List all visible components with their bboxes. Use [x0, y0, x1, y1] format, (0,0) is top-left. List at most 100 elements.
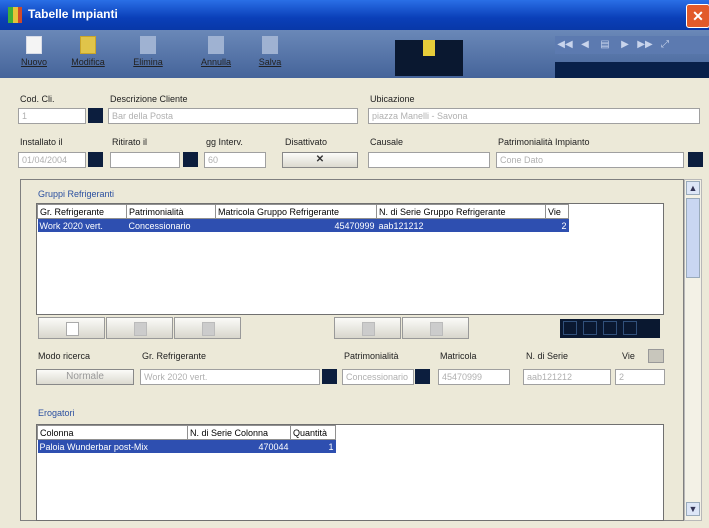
descrizione-cliente-label: Descrizione Cliente — [110, 94, 188, 104]
grid-edit-button[interactable] — [106, 317, 173, 339]
n-serie-label: N. di Serie — [526, 351, 569, 361]
erogatori-section-title: Erogatori — [38, 408, 75, 418]
ubicazione-label: Ubicazione — [370, 94, 415, 104]
descrizione-cliente-field[interactable]: Bar della Posta — [108, 108, 358, 124]
vie-spin-button[interactable] — [648, 349, 664, 363]
column-header[interactable]: Matricola Gruppo Refrigerante — [215, 204, 377, 219]
table-cell: 2 — [545, 218, 569, 232]
annulla-button[interactable]: Annulla — [190, 34, 242, 72]
gg-interv-field[interactable]: 60 — [204, 152, 266, 168]
save-icon — [262, 36, 278, 54]
matricola-label: Matricola — [440, 351, 477, 361]
modo-ricerca-button[interactable]: Normale — [36, 369, 134, 385]
grid-last-button[interactable] — [623, 321, 637, 335]
patrimonialita-impianto-label: Patrimonialità Impianto — [498, 137, 590, 147]
prev-record-button[interactable]: ◀ — [575, 36, 595, 54]
scroll-down-button[interactable]: ▼ — [686, 502, 700, 516]
grid-new-button[interactable] — [38, 317, 105, 339]
vie-label: Vie — [622, 351, 635, 361]
erogatori-grid[interactable]: Colonna N. di Serie Colonna Quantità Pal… — [36, 424, 664, 521]
installato-label: Installato il — [20, 137, 63, 147]
grid-next-button[interactable] — [603, 321, 617, 335]
table-cell: aab121212 — [376, 218, 546, 232]
gruppi-grid[interactable]: Gr. Refrigerante Patrimonialità Matricol… — [36, 203, 664, 315]
modifica-button[interactable]: Modifica — [62, 34, 114, 72]
edit-icon — [80, 36, 96, 54]
installato-field[interactable]: 01/04/2004 — [18, 152, 86, 168]
ritirato-field[interactable] — [110, 152, 180, 168]
new-row-icon — [66, 322, 79, 336]
column-header[interactable]: Colonna — [37, 425, 188, 440]
grid-prev-button[interactable] — [583, 321, 597, 335]
vie-field[interactable]: 2 — [615, 369, 665, 385]
undo-icon — [208, 36, 224, 54]
patrimonialita-lookup-button[interactable] — [688, 152, 703, 167]
new-document-icon — [26, 36, 42, 54]
column-header[interactable]: Patrimonialità — [126, 204, 216, 219]
navigator-status — [555, 62, 709, 78]
title-bar: Tabelle Impianti ✕ — [0, 0, 709, 30]
table-cell: 45470999 — [215, 218, 377, 232]
column-header[interactable]: N. di Serie Gruppo Refrigerante — [376, 204, 546, 219]
resize-button[interactable]: ⤢ — [655, 36, 675, 54]
column-header[interactable]: N. di Serie Colonna — [187, 425, 291, 440]
cod-cli-label: Cod. Cli. — [20, 94, 55, 104]
table-row[interactable]: Work 2020 vert. Concessionario 45470999 … — [37, 218, 569, 232]
gruppi-section-title: Gruppi Refrigeranti — [38, 189, 115, 199]
causale-field[interactable] — [368, 152, 490, 168]
table-row[interactable]: Paloia Wunderbar post-Mix 470044 1 — [37, 439, 336, 453]
matricola-field[interactable]: 45470999 — [438, 369, 510, 385]
vertical-scrollbar[interactable]: ▲ ▼ — [684, 179, 702, 521]
grid-view-button[interactable]: ▤ — [595, 36, 615, 54]
patrimonialita-label: Patrimonialità — [344, 351, 399, 361]
gr-refrigerante-lookup-button[interactable] — [322, 369, 337, 384]
salva-button[interactable]: Salva — [244, 34, 296, 72]
column-header[interactable]: Gr. Refrigerante — [37, 204, 127, 219]
causale-label: Causale — [370, 137, 404, 147]
table-cell: 470044 — [187, 439, 291, 453]
cod-cli-field[interactable]: 1 — [18, 108, 86, 124]
elimina-button[interactable]: Elimina — [122, 34, 174, 72]
patrimonialita-field[interactable]: Concessionario — [342, 369, 414, 385]
modo-ricerca-label: Modo ricerca — [38, 351, 91, 361]
patrimonialita-impianto-field[interactable]: Cone Dato — [496, 152, 684, 168]
window-title: Tabelle Impianti — [28, 7, 118, 21]
gr-refrigerante-label: Gr. Refrigerante — [142, 351, 207, 361]
lock-panel — [395, 40, 463, 76]
last-record-button[interactable]: ▶▶ — [635, 36, 655, 54]
close-button[interactable]: ✕ — [686, 4, 709, 28]
grid-delete-button[interactable] — [174, 317, 241, 339]
next-record-button[interactable]: ▶ — [615, 36, 635, 54]
table-cell: Work 2020 vert. — [37, 218, 127, 232]
installato-date-button[interactable] — [88, 152, 103, 167]
delete-icon — [140, 36, 156, 54]
delete-row-icon — [202, 322, 215, 336]
gg-interv-label: gg Interv. — [206, 137, 243, 147]
table-cell: 1 — [290, 439, 336, 453]
grid-first-button[interactable] — [563, 321, 577, 335]
disattivato-label: Disattivato — [285, 137, 328, 147]
table-cell: Concessionario — [126, 218, 216, 232]
ubicazione-field[interactable]: piazza Manelli - Savona — [368, 108, 700, 124]
column-header[interactable]: Quantità — [290, 425, 336, 440]
save-row-icon — [430, 322, 443, 336]
nuovo-button[interactable]: Nuovo — [8, 34, 60, 72]
first-record-button[interactable]: ◀◀ — [555, 36, 575, 54]
gr-refrigerante-field[interactable]: Work 2020 vert. — [140, 369, 320, 385]
cod-cli-lookup-button[interactable] — [88, 108, 103, 123]
record-navigator: ◀◀ ◀ ▤ ▶ ▶▶ ⤢ — [555, 36, 709, 54]
disattivato-checkbox[interactable]: ✕ — [282, 152, 358, 168]
patrimonialita-lookup-button-2[interactable] — [415, 369, 430, 384]
grid-save-button[interactable] — [402, 317, 469, 339]
edit-row-icon — [134, 322, 147, 336]
scroll-thumb[interactable] — [686, 198, 700, 278]
undo-row-icon — [362, 322, 375, 336]
grid-undo-button[interactable] — [334, 317, 401, 339]
ritirato-date-button[interactable] — [183, 152, 198, 167]
n-serie-field[interactable]: aab121212 — [523, 369, 611, 385]
table-cell: Paloia Wunderbar post-Mix — [37, 439, 188, 453]
ritirato-label: Ritirato il — [112, 137, 148, 147]
scroll-up-button[interactable]: ▲ — [686, 181, 700, 195]
app-icon — [8, 7, 22, 23]
column-header[interactable]: Vie — [545, 204, 569, 219]
